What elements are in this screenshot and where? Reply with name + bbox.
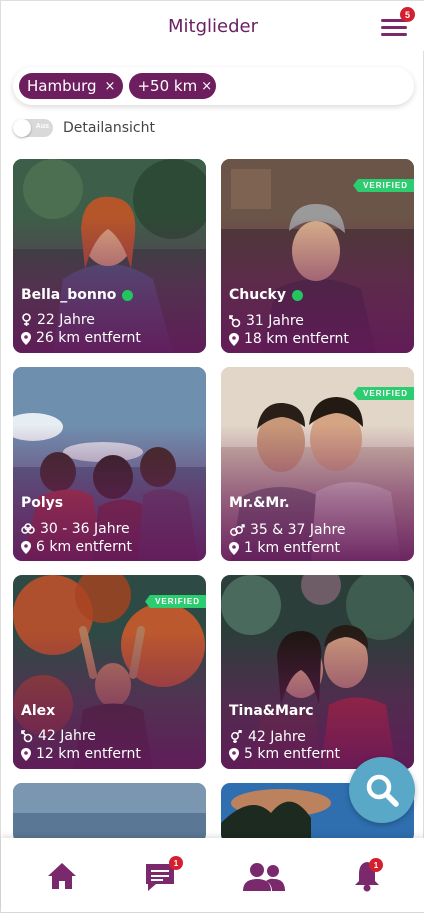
member-name: Bella_bonno <box>21 287 117 303</box>
bottom-nav: 1 1 <box>1 838 424 912</box>
nonbinary-icon <box>21 730 33 743</box>
location-pin-icon <box>21 331 31 345</box>
filter-chip-radius[interactable]: +50 km × <box>129 73 217 99</box>
hamburger-icon-bar <box>381 33 407 36</box>
member-age: 42 Jahre <box>38 728 96 744</box>
location-pin-icon <box>229 747 239 761</box>
verified-badge: VERIFIED <box>353 387 414 400</box>
member-age: 30 - 36 Jahre <box>40 521 130 537</box>
menu-badge: 5 <box>400 7 415 22</box>
app-header: Mitglieder 5 <box>1 1 424 51</box>
member-age-row: 42 Jahre <box>229 729 306 745</box>
online-indicator <box>291 289 303 301</box>
member-name: Chucky <box>229 287 286 303</box>
member-name: Tina&Marc <box>229 703 314 719</box>
search-button[interactable] <box>349 757 415 823</box>
member-name: Alex <box>21 703 56 719</box>
member-distance-row: 26 km entfernt <box>21 330 141 346</box>
page-title: Mitglieder <box>168 15 258 37</box>
member-distance-row: 5 km entfernt <box>229 746 340 762</box>
filter-chip-label: Hamburg <box>27 77 97 95</box>
member-name-row: Mr.&Mr. <box>229 495 290 511</box>
member-age: 31 Jahre <box>246 313 304 329</box>
filter-bar[interactable]: Hamburg × +50 km × <box>13 67 414 105</box>
member-age-row: 42 Jahre <box>21 728 96 744</box>
member-name-row: Alex <box>21 703 55 719</box>
member-age-row: 22 Jahre <box>21 312 95 328</box>
menu-button[interactable]: 5 <box>379 7 415 39</box>
member-card[interactable]: VERIFIED Chucky 31 Jahre 18 km entfernt <box>221 159 414 353</box>
member-name-row: Tina&Marc <box>229 703 314 719</box>
member-distance-row: 1 km entfernt <box>229 540 340 556</box>
online-indicator <box>122 289 134 301</box>
member-name-row: Bella_bonno <box>21 287 134 303</box>
member-card[interactable]: Polys 30 - 36 Jahre 6 km entfernt <box>13 367 206 561</box>
member-distance: 12 km entfernt <box>36 746 141 762</box>
detail-view-label: Detailansicht <box>63 120 155 136</box>
search-icon <box>366 774 399 807</box>
member-name-row: Polys <box>21 495 63 511</box>
member-age: 42 Jahre <box>248 729 306 745</box>
member-photo <box>13 783 206 843</box>
member-distance-row: 12 km entfernt <box>21 746 141 762</box>
member-name: Mr.&Mr. <box>229 495 290 511</box>
member-distance: 1 km entfernt <box>244 540 340 556</box>
location-pin-icon <box>229 541 239 555</box>
member-distance: 26 km entfernt <box>36 330 141 346</box>
male-couple-icon <box>230 524 245 536</box>
filter-chip-label: +50 km <box>137 77 198 95</box>
messages-badge: 1 <box>169 856 183 870</box>
member-card[interactable] <box>13 783 206 843</box>
female-icon <box>22 313 31 326</box>
member-age: 22 Jahre <box>37 312 95 328</box>
hamburger-icon-bar <box>381 26 407 29</box>
home-icon <box>48 863 76 889</box>
nav-members[interactable] <box>242 862 286 897</box>
member-age: 35 & 37 Jahre <box>250 522 346 538</box>
location-pin-icon <box>229 332 239 346</box>
users-icon <box>243 863 285 891</box>
verified-badge: VERIFIED <box>145 595 206 608</box>
couple-icon <box>231 730 242 743</box>
filter-chip-location[interactable]: Hamburg × <box>19 73 124 99</box>
toggle-knob <box>13 119 31 137</box>
detail-view-row: Aus Detailansicht <box>13 119 155 137</box>
remove-filter-icon[interactable]: × <box>201 79 212 94</box>
nav-notifications[interactable]: 1 <box>353 858 383 897</box>
detail-view-toggle[interactable]: Aus <box>13 119 53 137</box>
location-pin-icon <box>21 747 31 761</box>
member-name-row: Chucky <box>229 287 303 303</box>
member-age-row: 31 Jahre <box>229 313 304 329</box>
member-age-row: 30 - 36 Jahre <box>21 521 130 537</box>
member-name: Polys <box>21 495 64 511</box>
member-distance-row: 6 km entfernt <box>21 539 132 555</box>
member-distance-row: 18 km entfernt <box>229 331 349 347</box>
verified-badge: VERIFIED <box>353 179 414 192</box>
toggle-state-text: Aus <box>35 123 49 130</box>
member-card[interactable]: VERIFIED Alex 42 Jahre 12 km entfernt <box>13 575 206 769</box>
member-distance: 5 km entfernt <box>244 746 340 762</box>
nav-home[interactable] <box>47 862 77 895</box>
group-icon <box>21 523 35 534</box>
member-age-row: 35 & 37 Jahre <box>229 522 346 538</box>
member-card[interactable]: VERIFIED Mr.&Mr. 35 & 37 Jahre 1 km entf… <box>221 367 414 561</box>
member-card[interactable]: Bella_bonno 22 Jahre 26 km entfernt <box>13 159 206 353</box>
nav-messages[interactable]: 1 <box>144 856 183 897</box>
notifications-badge: 1 <box>369 858 383 872</box>
member-distance: 18 km entfernt <box>244 331 349 347</box>
member-distance: 6 km entfernt <box>36 539 132 555</box>
nonbinary-icon <box>229 315 241 328</box>
remove-filter-icon[interactable]: × <box>105 79 116 94</box>
member-card[interactable]: Tina&Marc 42 Jahre 5 km entfernt <box>221 575 414 769</box>
location-pin-icon <box>21 540 31 554</box>
